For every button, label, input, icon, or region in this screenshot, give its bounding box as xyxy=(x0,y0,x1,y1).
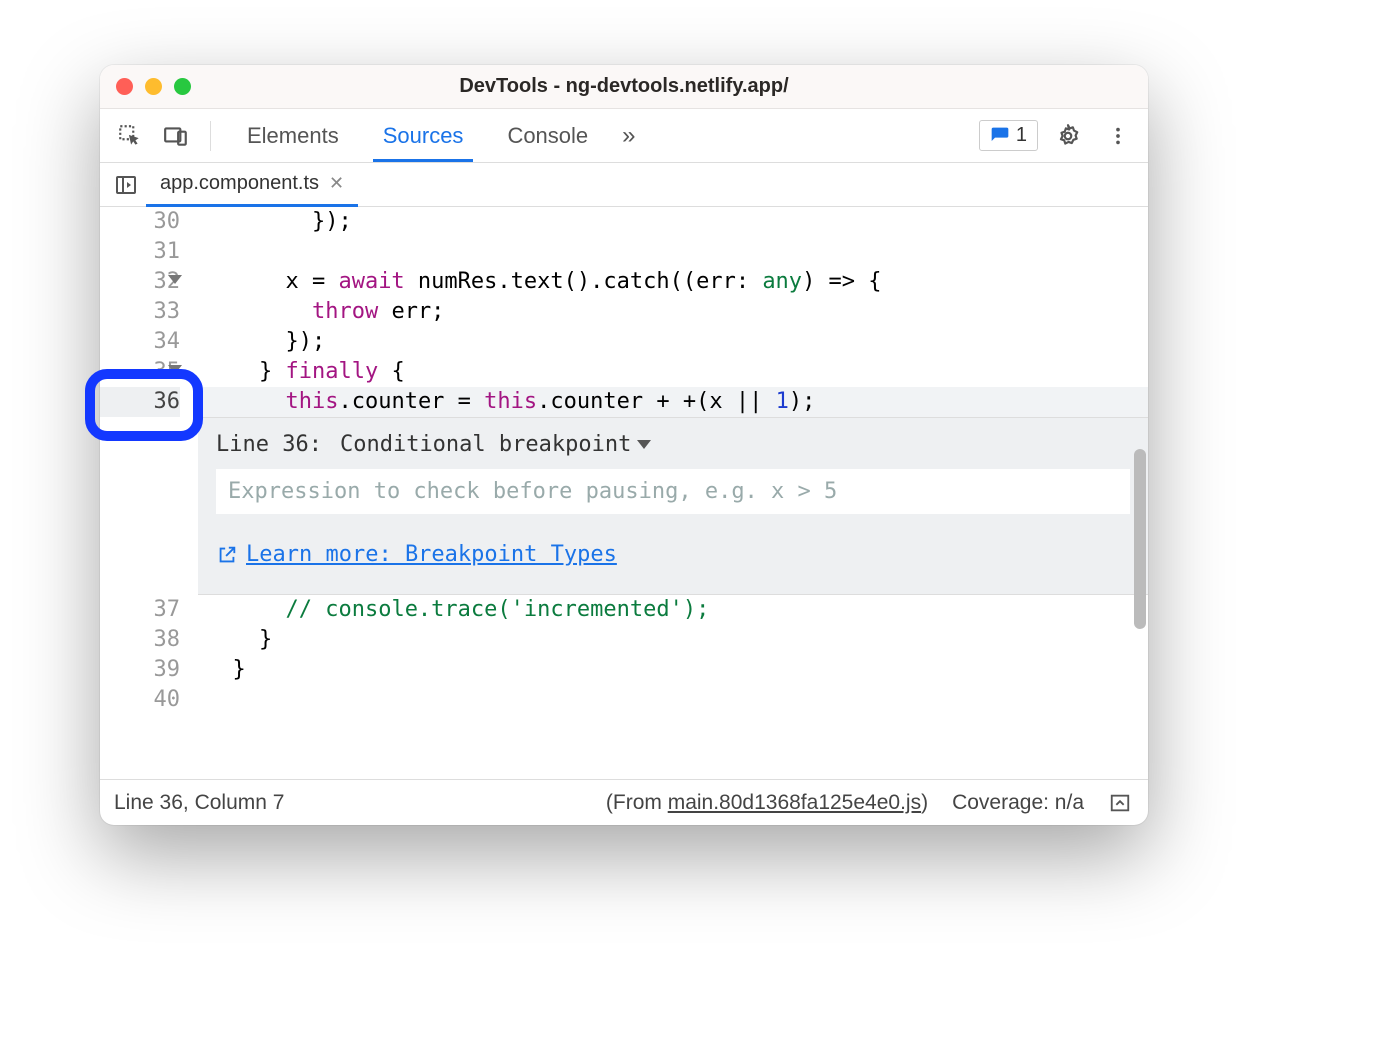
scrollbar-thumb[interactable] xyxy=(1134,449,1146,629)
line-number[interactable]: 35 xyxy=(100,357,180,387)
status-bar: Line 36, Column 7 (From main.80d1368fa12… xyxy=(100,779,1148,825)
breakpoint-type-dropdown[interactable]: Conditional breakpoint xyxy=(340,432,651,457)
toggle-drawer-icon[interactable] xyxy=(1106,789,1134,817)
titlebar: DevTools - ng-devtools.netlify.app/ xyxy=(100,65,1148,109)
code-line[interactable] xyxy=(198,237,1148,267)
line-number[interactable]: 37 xyxy=(100,595,180,625)
fold-toggle-icon[interactable] xyxy=(168,365,182,374)
minimize-window-button[interactable] xyxy=(145,78,162,95)
source-map-link[interactable]: main.80d1368fa125e4e0.js xyxy=(668,791,921,814)
code-line[interactable]: this.counter = this.counter + +(x || 1); xyxy=(198,387,1148,417)
line-number[interactable]: 40 xyxy=(100,685,180,715)
code-line[interactable]: }); xyxy=(198,207,1148,237)
close-window-button[interactable] xyxy=(116,78,133,95)
separator xyxy=(210,121,211,151)
line-number[interactable]: 30 xyxy=(100,207,180,237)
file-tab-app-component[interactable]: app.component.ts ✕ xyxy=(146,163,358,207)
more-tabs-button[interactable]: » xyxy=(610,109,647,162)
line-number[interactable]: 36 xyxy=(100,387,180,417)
line-number[interactable]: 33 xyxy=(100,297,180,327)
issues-badge[interactable]: 1 xyxy=(979,120,1038,151)
main-toolbar: Elements Sources Console » 1 xyxy=(100,109,1148,163)
code-line[interactable]: } xyxy=(198,625,1148,655)
file-tabs-bar: app.component.ts ✕ xyxy=(100,163,1148,207)
source-map-from: (From main.80d1368fa125e4e0.js) xyxy=(606,791,928,815)
line-number[interactable]: 34 xyxy=(100,327,180,357)
code-line[interactable] xyxy=(198,685,1148,715)
breakpoint-condition-input[interactable] xyxy=(216,469,1130,514)
toolbar-right: 1 xyxy=(979,116,1138,156)
code-line[interactable]: throw err; xyxy=(198,297,1148,327)
line-number-gutter[interactable]: 30313233343536 37383940 xyxy=(100,207,198,779)
inspect-element-icon[interactable] xyxy=(110,116,150,156)
devtools-window: DevTools - ng-devtools.netlify.app/ Elem… xyxy=(100,65,1148,825)
breakpoint-line-label: Line 36: xyxy=(216,432,322,457)
issues-count: 1 xyxy=(1016,124,1027,147)
code-editor: 30313233343536 37383940 }); x = await num… xyxy=(100,207,1148,779)
maximize-window-button[interactable] xyxy=(174,78,191,95)
settings-icon[interactable] xyxy=(1048,116,1088,156)
learn-more-text: Learn more: Breakpoint Types xyxy=(246,542,617,567)
line-number[interactable]: 38 xyxy=(100,625,180,655)
code-area[interactable]: }); x = await numRes.text().catch((err: … xyxy=(198,207,1148,779)
close-tab-icon[interactable]: ✕ xyxy=(329,173,344,194)
navigator-toggle-icon[interactable] xyxy=(106,163,146,206)
traffic-lights xyxy=(116,78,191,95)
chevron-down-icon xyxy=(637,440,651,449)
file-tab-label: app.component.ts xyxy=(160,172,319,195)
code-line[interactable]: x = await numRes.text().catch((err: any)… xyxy=(198,267,1148,297)
code-line[interactable]: }); xyxy=(198,327,1148,357)
breakpoint-type-label: Conditional breakpoint xyxy=(340,432,631,457)
tab-elements[interactable]: Elements xyxy=(225,109,361,162)
panel-tabs: Elements Sources Console » xyxy=(225,109,648,162)
line-number[interactable]: 32 xyxy=(100,267,180,297)
line-number[interactable]: 31 xyxy=(100,237,180,267)
device-toolbar-icon[interactable] xyxy=(156,116,196,156)
tab-sources[interactable]: Sources xyxy=(361,109,486,162)
more-options-icon[interactable] xyxy=(1098,116,1138,156)
code-line[interactable]: } finally { xyxy=(198,357,1148,387)
learn-more-link[interactable]: Learn more: Breakpoint Types xyxy=(216,542,617,567)
line-number[interactable]: 39 xyxy=(100,655,180,685)
fold-toggle-icon[interactable] xyxy=(168,275,182,284)
tab-console[interactable]: Console xyxy=(485,109,610,162)
window-title: DevTools - ng-devtools.netlify.app/ xyxy=(100,75,1148,98)
breakpoint-editor-panel: Line 36: Conditional breakpoint Learn mo… xyxy=(198,417,1148,595)
coverage-status: Coverage: n/a xyxy=(952,791,1084,815)
cursor-position: Line 36, Column 7 xyxy=(114,791,284,815)
code-line[interactable]: // console.trace('incremented'); xyxy=(198,595,1148,625)
code-line[interactable]: } xyxy=(198,655,1148,685)
